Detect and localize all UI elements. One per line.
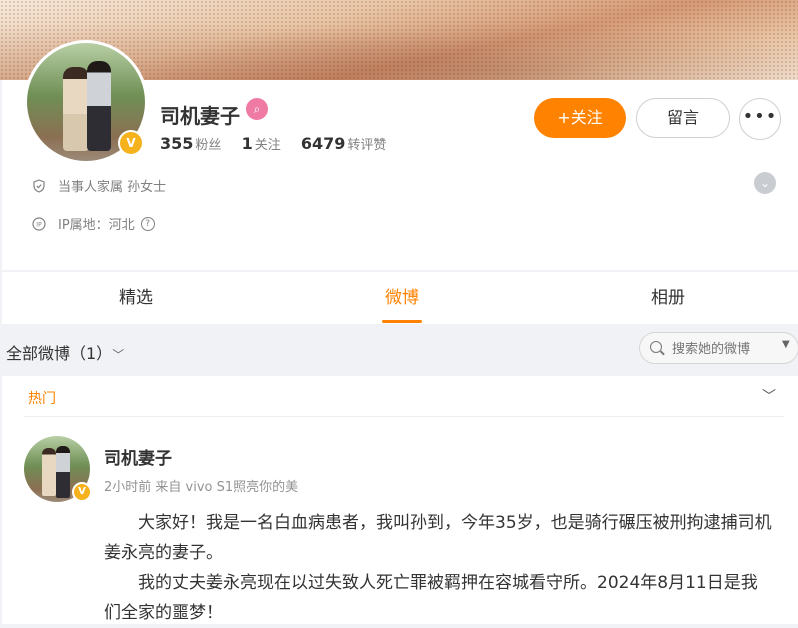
- stat-interactions: 6479 转评赞: [300, 134, 387, 153]
- post-paragraph: 我的丈夫姜永亮现在以过失致人死亡罪被羁押在容城看守所。2024年8月11日是我们…: [104, 573, 758, 623]
- dropdown-caret-icon[interactable]: ▼: [782, 339, 790, 350]
- post-body: 大家好！我是一名白血病患者，我叫孙到，今年35岁，也是骑行碾压被刑拘逮捕司机姜永…: [104, 508, 772, 628]
- post-search-input[interactable]: [670, 338, 774, 360]
- search-icon: [650, 341, 662, 353]
- all-posts-filter[interactable]: 全部微博（1） ﹀: [6, 340, 124, 364]
- profile-username: 司机妻子: [160, 104, 240, 128]
- filter-bar: 全部微博（1）﹀ ▼: [0, 328, 798, 372]
- follow-button[interactable]: +关注: [534, 98, 626, 138]
- post-verified-badge-icon: V: [72, 482, 92, 502]
- chevron-down-icon: ﹀: [112, 348, 125, 362]
- tab-weibo[interactable]: 微博: [362, 272, 442, 324]
- feed-card: 热门 ﹀ V 司机妻子 2小时前 来自 vivo S1照亮你的美 大家好！我是一…: [2, 376, 798, 624]
- svg-text:IP: IP: [36, 221, 42, 228]
- stat-followers[interactable]: 355 粉丝: [160, 134, 221, 153]
- collapse-chevron-icon[interactable]: ﹀: [762, 386, 776, 406]
- profile-card: V 司机妻子 ⌕ 355 粉丝 1 关注 6479 转评赞 +关注 留言 ••• 当事…: [2, 40, 798, 270]
- info-relation-text: 当事人家属 孙女士: [58, 180, 167, 195]
- post-search-box[interactable]: ▼: [639, 332, 798, 364]
- more-options-button[interactable]: •••: [739, 98, 781, 140]
- hot-section-label: 热门: [28, 391, 56, 407]
- message-button[interactable]: 留言: [636, 98, 730, 138]
- profile-stats: 355 粉丝 1 关注 6479 转评赞: [160, 134, 402, 153]
- expand-info-button[interactable]: ⌄: [754, 172, 776, 194]
- verified-badge-icon: V: [118, 130, 144, 156]
- pink-tag-icon[interactable]: ⌕: [246, 98, 268, 120]
- tab-featured[interactable]: 精选: [96, 272, 176, 324]
- help-icon[interactable]: ?: [140, 216, 155, 231]
- post-meta: 2小时前 来自 vivo S1照亮你的美: [104, 480, 299, 495]
- post-author-name[interactable]: 司机妻子: [104, 444, 172, 469]
- stat-following[interactable]: 1 关注: [242, 134, 281, 153]
- info-relation-row: 当事人家属 孙女士: [32, 176, 166, 195]
- shield-icon: [33, 178, 45, 193]
- active-tab-indicator: [382, 320, 422, 323]
- profile-tabs: 精选 微博 相册: [2, 272, 798, 324]
- ip-location-icon: IP: [32, 216, 46, 231]
- divider: [24, 416, 784, 417]
- info-ip-row: IP IP属地：河北 ?: [32, 214, 155, 233]
- post-paragraph: 大家好！我是一名白血病患者，我叫孙到，今年35岁，也是骑行碾压被刑拘逮捕司机姜永…: [104, 513, 772, 563]
- info-ip-text: IP属地：河北: [58, 218, 135, 233]
- tab-album[interactable]: 相册: [628, 272, 708, 324]
